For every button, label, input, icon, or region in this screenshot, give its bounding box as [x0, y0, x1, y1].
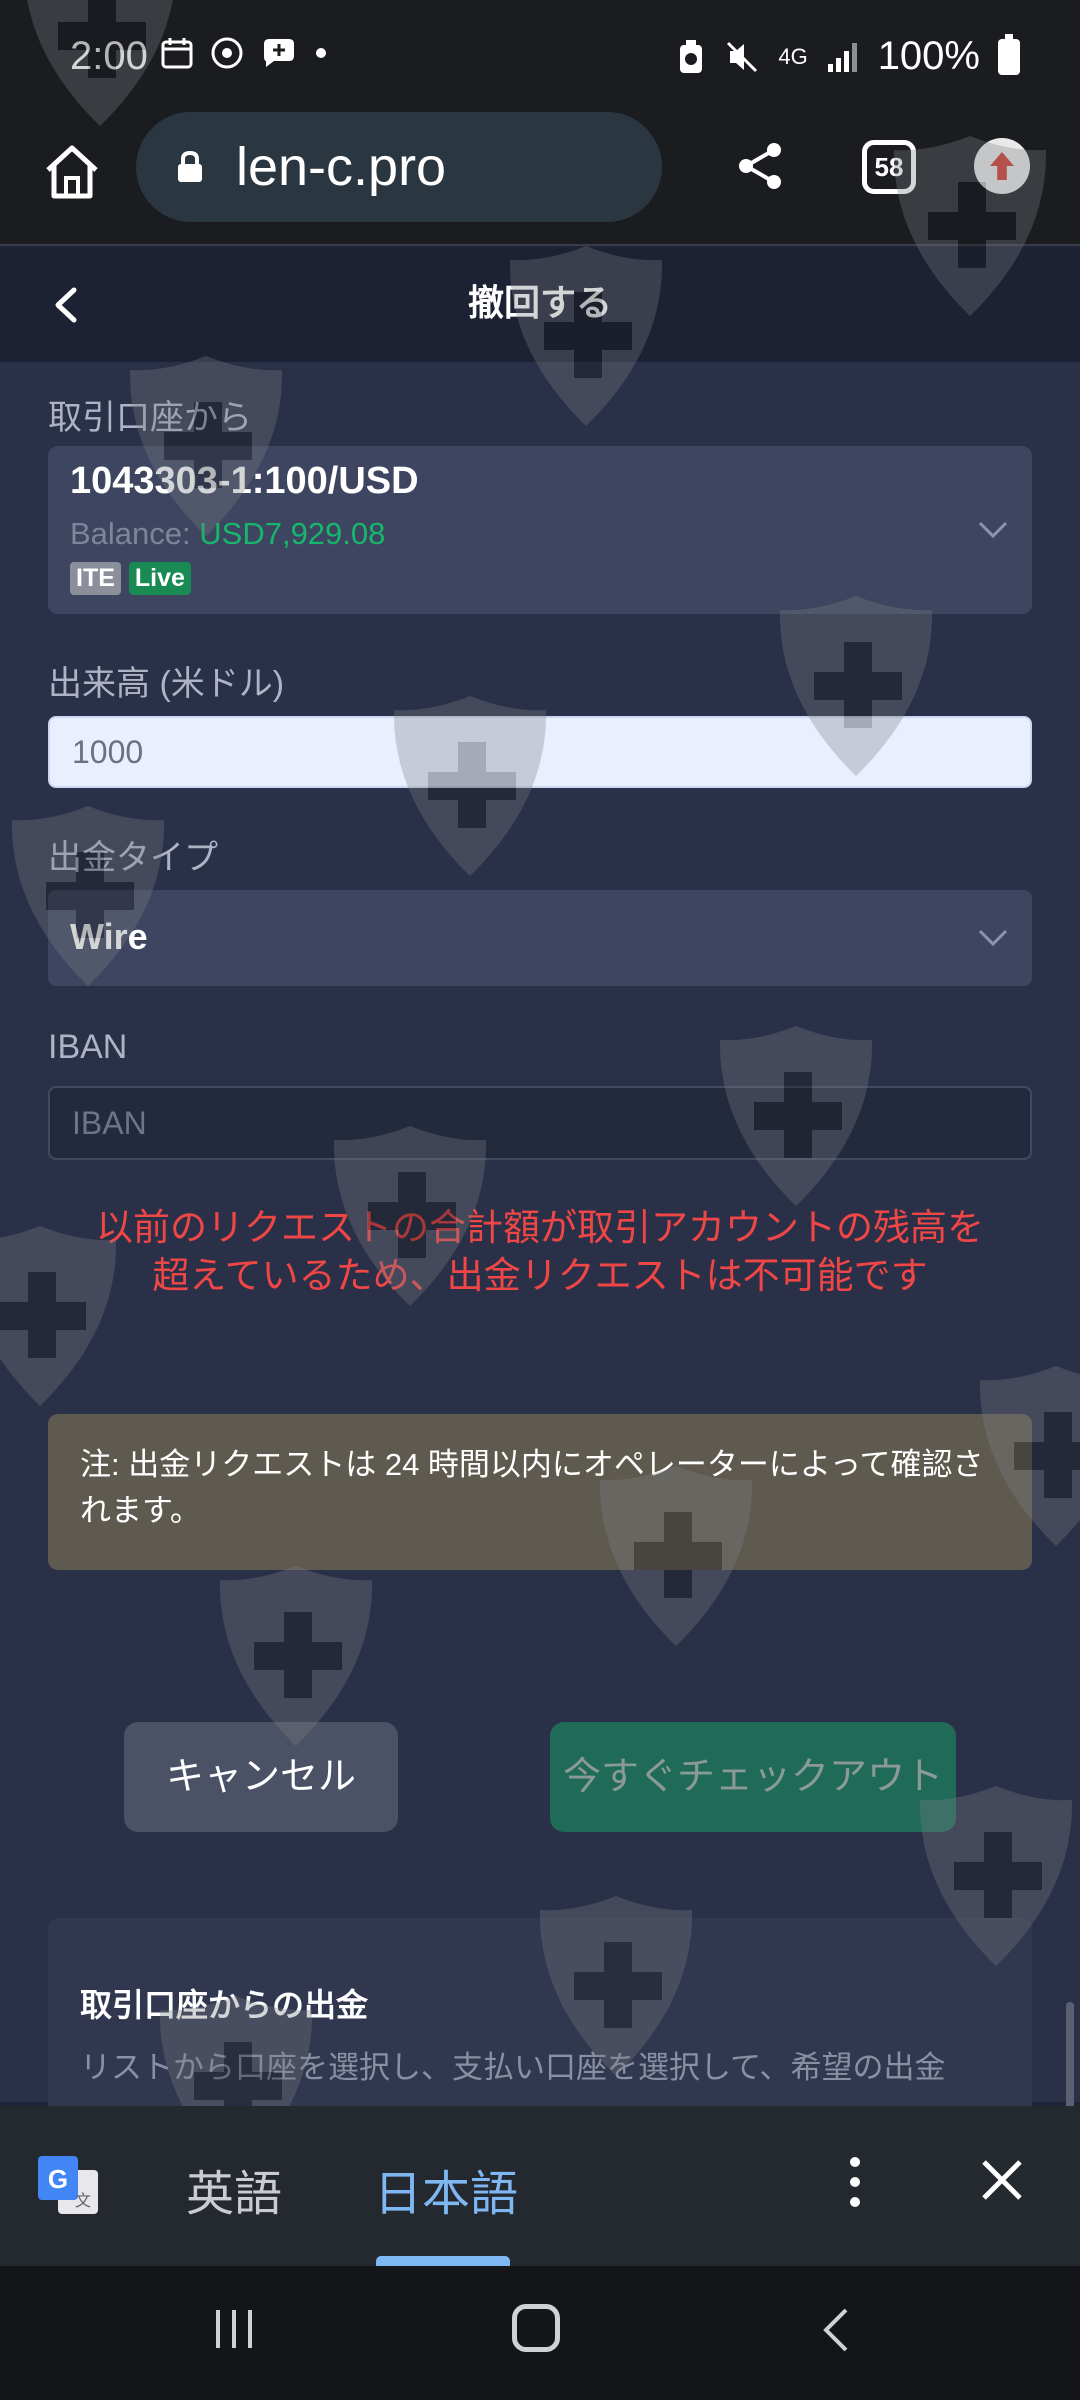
dot-icon: [316, 48, 326, 58]
system-icons: 4G 100%: [676, 33, 1020, 79]
account-select[interactable]: 1043303-1:100/USD Balance: USD7,929.08 I…: [48, 446, 1032, 614]
battery-saver-icon: [680, 39, 703, 73]
battery-icon: [998, 33, 1020, 75]
withdraw-type-value: Wire: [70, 916, 148, 957]
url-text: len-c.pro: [236, 137, 447, 197]
error-message: 以前のリクエストの合計額が取引アカウントの残高を 超えているため、出金リクエスト…: [40, 1204, 1040, 1300]
cancel-button[interactable]: キャンセル: [124, 1722, 398, 1832]
chrome-icon: [211, 37, 243, 69]
svg-text:G: G: [48, 2164, 68, 2194]
page-header: 撤回する: [0, 248, 1080, 362]
lang-japanese-tab[interactable]: 日本語: [374, 2154, 518, 2224]
iban-label: IBAN: [48, 1028, 128, 1066]
svg-text:文: 文: [75, 2191, 91, 2210]
withdraw-form: 取引口座から 1043303-1:100/USD Balance: USD7,9…: [0, 362, 1080, 2342]
lock-icon: [178, 150, 202, 182]
system-nav-bar: [0, 2266, 1080, 2400]
notification-icons: [160, 36, 328, 70]
more-vert-icon[interactable]: [848, 2154, 862, 2210]
info-text: リストから口座を選択し、支払い口座を選択して、希望の出金: [80, 2050, 946, 2085]
checkout-button[interactable]: 今すぐチェックアウト: [550, 1722, 956, 1832]
browser-toolbar: len-c.pro 58: [0, 112, 1080, 246]
balance-label: Balance:: [70, 516, 191, 551]
network-type: 4G: [778, 43, 808, 69]
error-line-2: 超えているため、出金リクエストは不可能です: [152, 1255, 928, 1296]
error-line-1: 以前のリクエストの合計額が取引アカウントの残高を: [96, 1207, 984, 1248]
chat-plus-icon: [264, 39, 294, 67]
address-bar[interactable]: len-c.pro: [136, 112, 662, 222]
tag-live: Live: [128, 562, 191, 595]
share-icon[interactable]: [730, 136, 790, 196]
close-icon[interactable]: [980, 2158, 1024, 2202]
chevron-down-icon: [978, 521, 1008, 539]
active-tab-indicator: [376, 2256, 510, 2266]
google-translate-icon: G 文: [38, 2156, 98, 2214]
tab-switcher-button[interactable]: 58: [862, 140, 916, 194]
translate-bar: G 文 英語 日本語: [0, 2106, 1080, 2266]
chevron-down-icon: [978, 929, 1008, 947]
mute-icon: [727, 41, 758, 72]
home-icon[interactable]: [40, 140, 104, 204]
amount-input[interactable]: 1000: [48, 716, 1032, 788]
status-time: 2:00: [70, 34, 148, 78]
back-nav-icon[interactable]: [820, 2306, 852, 2354]
calendar-icon: [161, 38, 193, 69]
account-number: 1043303-1:100/USD: [70, 460, 419, 502]
withdraw-type-select[interactable]: Wire: [48, 890, 1032, 986]
from-account-label: 取引口座から: [48, 399, 252, 437]
withdraw-type-label: 出金タイプ: [48, 839, 218, 877]
note-box: 注: 出金リクエストは 24 時間以内にオペレーターによって確認されます。: [48, 1414, 1032, 1570]
balance-value: USD7,929.08: [199, 516, 386, 551]
battery-percent: 100%: [877, 34, 980, 78]
amount-label: 出来高 (米ドル): [48, 665, 285, 703]
status-bar: 2:00 4G 100%: [0, 0, 1080, 120]
browser-menu-button[interactable]: [974, 138, 1030, 194]
account-balance: Balance: USD7,929.08: [70, 516, 385, 552]
lang-english-tab[interactable]: 英語: [186, 2154, 282, 2224]
iban-input[interactable]: IBAN: [48, 1086, 1032, 1160]
account-tags: ITE Live: [70, 562, 191, 595]
tag-ite: ITE: [70, 562, 121, 595]
info-title: 取引口座からの出金: [80, 1987, 369, 2023]
signal-icon: [827, 42, 857, 72]
recent-apps-icon[interactable]: [212, 2306, 256, 2352]
page-title: 撤回する: [467, 282, 612, 323]
home-nav-icon[interactable]: [512, 2304, 560, 2352]
